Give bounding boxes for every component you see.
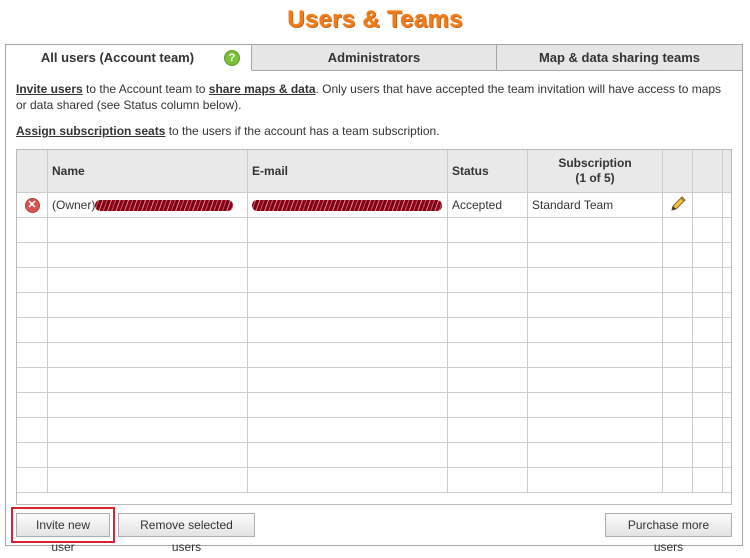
page-title: Users & Teams xyxy=(287,6,463,33)
table-row xyxy=(17,467,731,493)
row-remove-cell: ✕ xyxy=(17,192,48,218)
tab-sharing-teams-label: Map & data sharing teams xyxy=(538,50,701,65)
row-scroll-cell xyxy=(722,192,731,218)
table-row xyxy=(17,417,731,443)
pencil-icon[interactable] xyxy=(669,195,687,216)
scroll-column-header xyxy=(722,150,731,193)
tab-administrators-label: Administrators xyxy=(327,50,421,65)
tab-bar: All users (Account team) ? Administrator… xyxy=(6,45,742,71)
status-column-header[interactable]: Status xyxy=(447,150,528,193)
row-extra-cell xyxy=(692,192,723,218)
row-email-cell xyxy=(247,192,448,218)
tab-sharing-teams[interactable]: Map & data sharing teams xyxy=(497,45,742,71)
table-header-row: Name E-mail Status Subscription (1 of 5) xyxy=(17,150,731,193)
assign-seats-link[interactable]: Assign subscription seats xyxy=(16,124,165,138)
table-row[interactable]: ✕ (Owner) Accepted Standard Team xyxy=(17,192,731,218)
remove-user-icon[interactable]: ✕ xyxy=(24,198,40,213)
invite-users-link[interactable]: Invite users xyxy=(16,82,83,96)
name-column-header[interactable]: Name xyxy=(47,150,248,193)
table-row xyxy=(17,317,731,343)
subscription-column-header[interactable]: Subscription (1 of 5) xyxy=(527,150,663,193)
email-column-header[interactable]: E-mail xyxy=(247,150,448,193)
subscription-header-count: (1 of 5) xyxy=(575,171,615,185)
tab-all-users-label: All users (Account team) xyxy=(40,50,195,65)
help-icon[interactable]: ? xyxy=(224,50,240,66)
remove-selected-users-button[interactable]: Remove selected users xyxy=(118,513,255,554)
intro-text-part1: to the Account team to xyxy=(82,82,209,96)
table-row xyxy=(17,367,731,393)
invite-new-user-button[interactable]: Invite new user xyxy=(16,513,110,554)
intro-text: Invite users to the Account team to shar… xyxy=(16,81,728,113)
row-status-cell: Accepted xyxy=(447,192,528,218)
table-row xyxy=(17,217,731,243)
table-row xyxy=(17,442,731,468)
table-row xyxy=(17,392,731,418)
tab-administrators[interactable]: Administrators xyxy=(252,45,497,71)
tab-all-users[interactable]: All users (Account team) ? xyxy=(6,45,252,71)
assign-text-part: to the users if the account has a team s… xyxy=(165,124,440,138)
users-grid: Name E-mail Status Subscription (1 of 5)… xyxy=(17,150,731,493)
users-panel: All users (Account team) ? Administrator… xyxy=(5,44,743,546)
owner-label: (Owner) xyxy=(52,198,96,212)
row-edit-cell xyxy=(662,192,693,218)
table-row xyxy=(17,342,731,368)
table-row xyxy=(17,292,731,318)
table-row xyxy=(17,242,731,268)
share-maps-link[interactable]: share maps & data xyxy=(209,82,316,96)
purchase-more-users-button[interactable]: Purchase more users xyxy=(605,513,732,554)
select-column-header xyxy=(17,150,48,193)
table-row xyxy=(17,267,731,293)
row-subscription-cell: Standard Team xyxy=(527,192,663,218)
edit-column-header xyxy=(662,150,693,193)
extra-column-header xyxy=(692,150,723,193)
redacted-email xyxy=(252,200,442,212)
row-name-cell: (Owner) xyxy=(47,192,248,218)
users-table: Name E-mail Status Subscription (1 of 5)… xyxy=(16,149,732,505)
subscription-header-label: Subscription xyxy=(558,156,632,170)
assign-text: Assign subscription seats to the users i… xyxy=(16,123,728,139)
redacted-name xyxy=(95,200,234,212)
